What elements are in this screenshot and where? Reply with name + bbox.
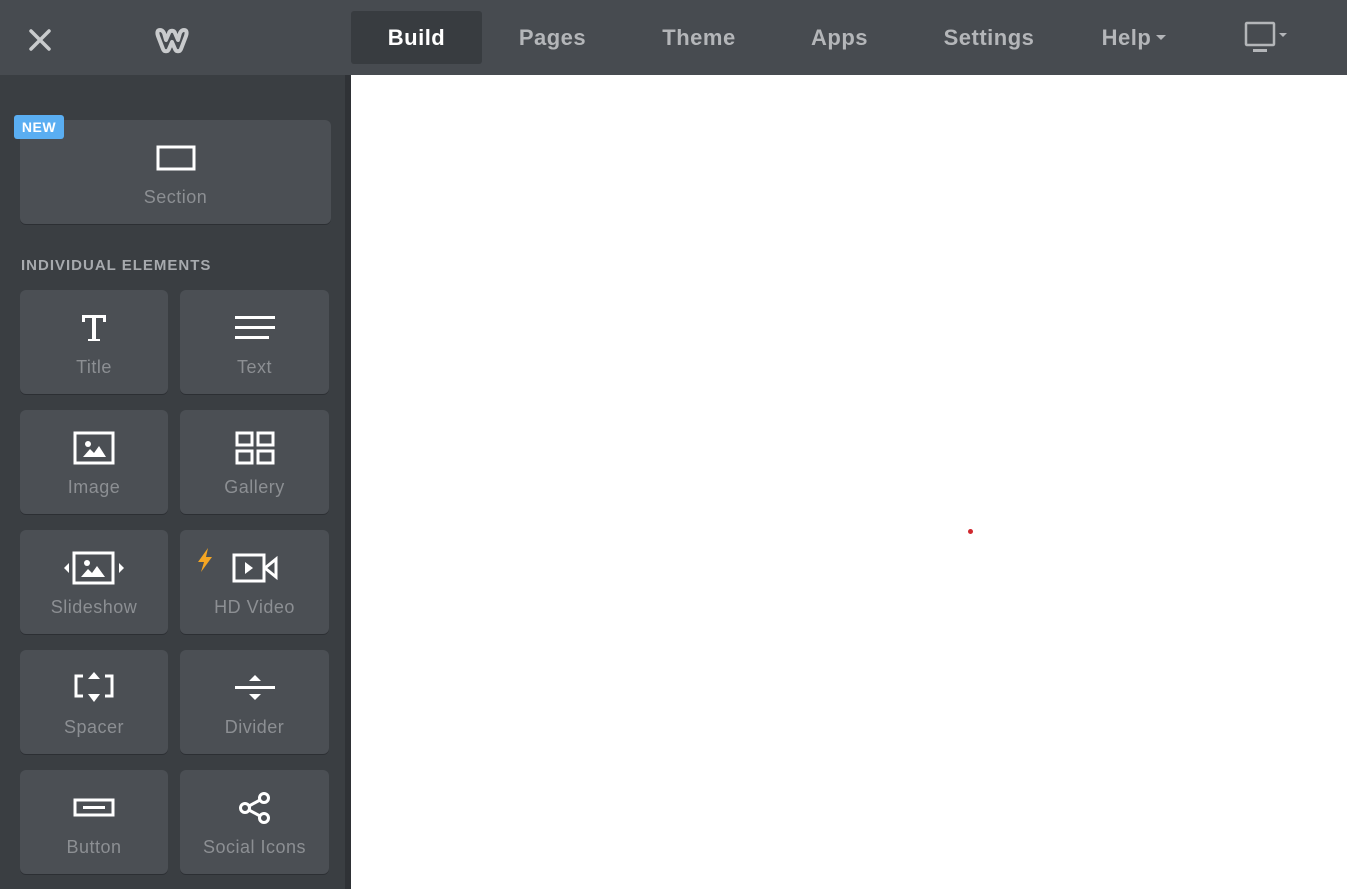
element-label: Social Icons (202, 837, 307, 857)
main-nav: Build Pages Theme Apps Settings Help (351, 11, 1194, 64)
title-t-icon (20, 310, 168, 346)
close-icon (29, 29, 51, 51)
element-label: Spacer (63, 717, 125, 737)
tab-build-label: Build (387, 24, 446, 50)
cursor-dot (968, 529, 973, 534)
desktop-monitor-icon (1244, 21, 1287, 52)
share-icon (180, 790, 329, 826)
image-icon (20, 430, 168, 466)
element-label: Text (236, 357, 272, 377)
element-image[interactable]: Image (20, 410, 168, 514)
weebly-logo[interactable] (154, 22, 196, 58)
text-lines-icon (180, 310, 329, 346)
tab-help-label: Help (1101, 24, 1152, 50)
element-slideshow[interactable]: Slideshow (20, 530, 168, 634)
element-hd-video[interactable]: HD Video (180, 530, 329, 634)
tab-help[interactable]: Help (1074, 11, 1194, 64)
tab-theme-label: Theme (662, 24, 736, 50)
tab-settings[interactable]: Settings (904, 11, 1074, 64)
elements-sidebar: NEW Section INDIVIDUAL ELEMENTS Title Te… (0, 75, 351, 889)
element-label: Section (143, 187, 208, 207)
tab-apps-label: Apps (811, 24, 868, 50)
new-badge: NEW (14, 115, 64, 139)
tab-apps[interactable]: Apps (775, 11, 904, 64)
element-text[interactable]: Text (180, 290, 329, 394)
weebly-logo-icon (155, 28, 189, 54)
element-spacer[interactable]: Spacer (20, 650, 168, 754)
section-rectangle-icon (20, 140, 331, 176)
element-label: Button (66, 837, 122, 857)
gallery-grid-icon (180, 430, 329, 466)
element-button[interactable]: Button (20, 770, 168, 874)
element-divider[interactable]: Divider (180, 650, 329, 754)
element-label: Title (76, 357, 112, 377)
device-preview-button[interactable] (1243, 20, 1293, 56)
element-label: Image (67, 477, 121, 497)
tab-theme[interactable]: Theme (623, 11, 775, 64)
chevron-down-icon (1156, 35, 1167, 40)
element-label: Gallery (224, 477, 285, 497)
button-icon (20, 790, 168, 826)
tab-settings-label: Settings (943, 24, 1035, 50)
slideshow-icon (20, 550, 168, 586)
element-gallery[interactable]: Gallery (180, 410, 329, 514)
element-label: Divider (224, 717, 285, 737)
tab-pages-label: Pages (518, 24, 587, 50)
element-label: HD Video (214, 597, 295, 617)
spacer-icon (20, 670, 168, 706)
tab-pages[interactable]: Pages (482, 11, 623, 64)
editor-canvas[interactable] (351, 75, 1347, 889)
close-button[interactable] (26, 26, 54, 54)
video-camera-icon (180, 550, 329, 586)
element-section[interactable]: Section (20, 120, 331, 224)
element-label: Slideshow (50, 597, 138, 617)
element-social-icons[interactable]: Social Icons (180, 770, 329, 874)
section-heading: INDIVIDUAL ELEMENTS (21, 257, 212, 274)
tab-build[interactable]: Build (351, 11, 482, 64)
top-bar: Build Pages Theme Apps Settings Help (0, 0, 1347, 75)
divider-icon (180, 670, 329, 706)
element-title[interactable]: Title (20, 290, 168, 394)
